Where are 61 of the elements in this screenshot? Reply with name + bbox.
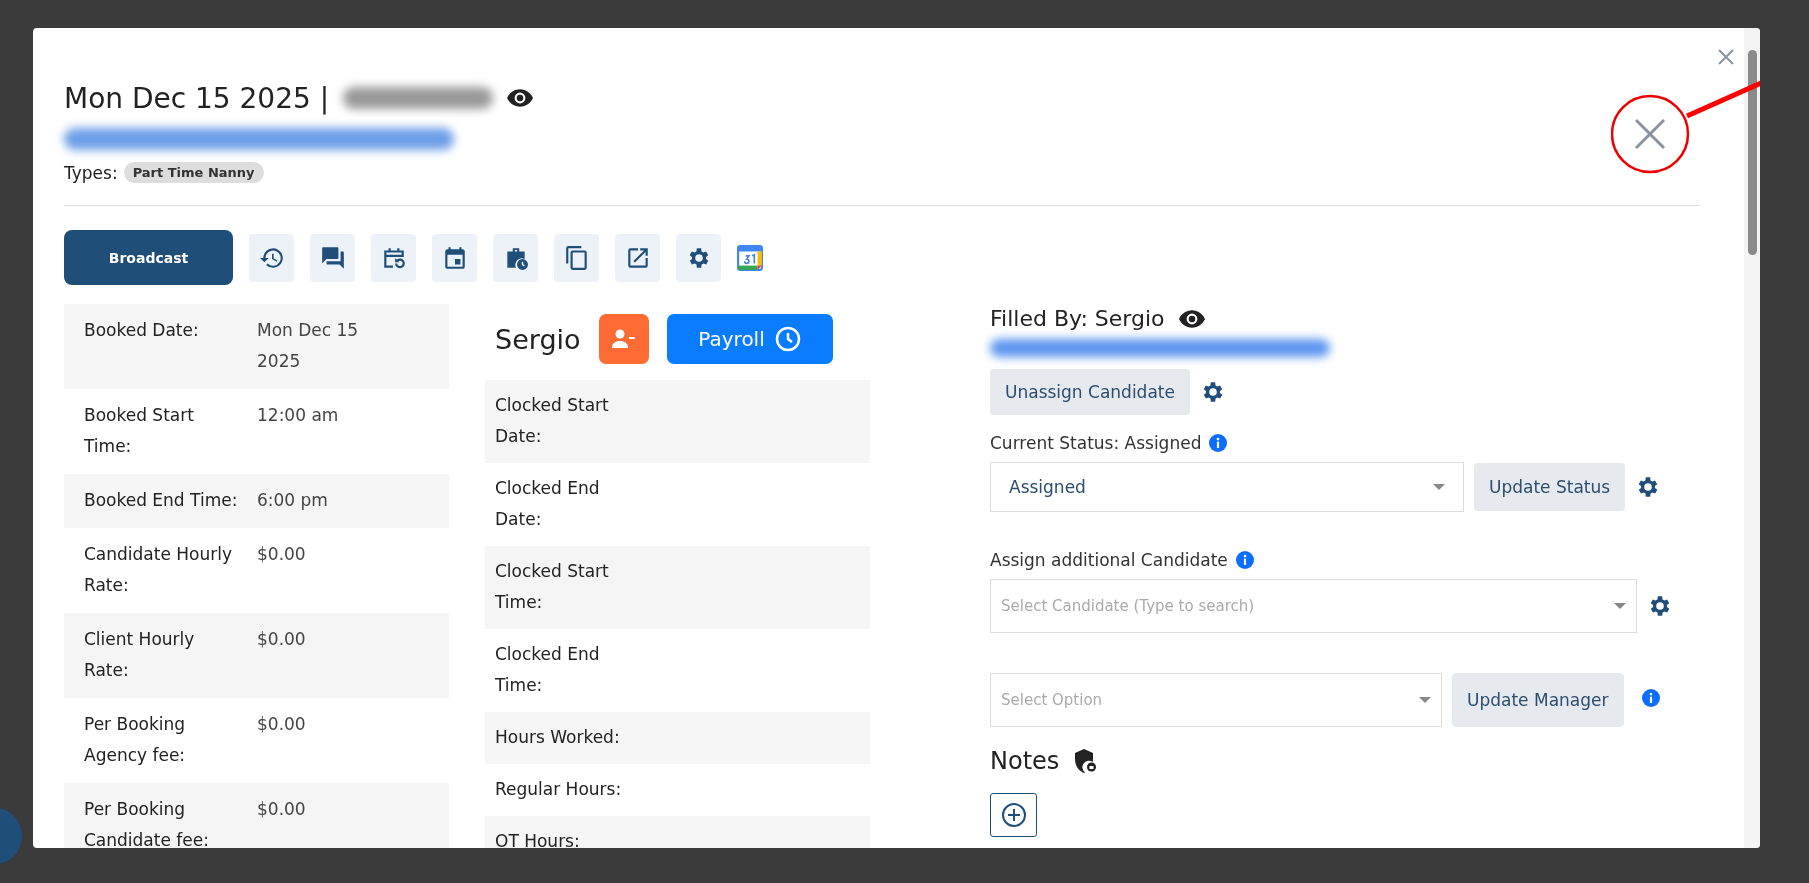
detail-value: $0.00 <box>257 628 307 651</box>
clock-label: Hours Worked: <box>495 726 621 749</box>
chat-button[interactable] <box>310 233 355 282</box>
types-label: Types: <box>64 162 118 183</box>
detail-value: $0.00 <box>257 543 307 566</box>
info-icon[interactable] <box>1209 434 1228 452</box>
detail-label: Booked End Time: <box>84 489 239 512</box>
clock-label: Clocked End Date: <box>495 477 601 531</box>
caret-icon <box>1614 603 1626 609</box>
detail-label: Booked Start Time: <box>84 404 195 458</box>
detail-value: $0.00 <box>257 713 307 736</box>
update-manager-button[interactable]: Update Manager <box>1452 673 1624 727</box>
clock-label: OT Hours: <box>495 830 581 848</box>
briefcase-clock-button[interactable] <box>493 233 538 282</box>
eye-icon[interactable] <box>507 89 534 107</box>
calendar-refresh-button[interactable] <box>371 233 416 282</box>
clock-label: Clocked End Time: <box>495 643 601 697</box>
detail-value: Mon Dec 15 2025 <box>257 319 360 373</box>
remove-person-button[interactable] <box>598 314 649 364</box>
copy-button[interactable] <box>554 233 599 282</box>
copy-icon <box>563 244 590 271</box>
update-status-button[interactable]: Update Status <box>1474 463 1626 511</box>
detail-value: 12:00 am <box>257 404 340 427</box>
external-link-button[interactable] <box>615 233 660 282</box>
shield-lock-icon <box>1075 749 1098 773</box>
plus-icon <box>1000 802 1027 828</box>
chat-icon <box>319 244 346 271</box>
unassign-button[interactable]: Unassign Candidate <box>990 369 1190 415</box>
detail-value: 6:00 pm <box>257 489 329 512</box>
person-minus-icon <box>611 329 636 349</box>
detail-label: Per Booking Candidate fee: <box>84 798 210 848</box>
detail-label: Client Hourly Rate: <box>84 628 196 682</box>
info-icon[interactable] <box>1235 551 1254 569</box>
status-label: Current Status: Assigned <box>990 433 1202 453</box>
filled-by-label: Filled By: Sergio <box>990 306 1165 331</box>
detail-value: $0.00 <box>257 798 307 821</box>
settings-button[interactable] <box>676 233 721 282</box>
caret-icon <box>1433 484 1445 490</box>
candidate-name: Sergio <box>495 323 581 355</box>
clock-icon <box>774 326 801 352</box>
notes-heading: Notes <box>990 747 1060 775</box>
detail-label: Booked Date: <box>84 319 200 342</box>
type-tag: Part Time Nanny <box>123 162 264 183</box>
close-button[interactable] <box>1717 48 1735 66</box>
detail-label: Per Booking Agency fee: <box>84 713 187 767</box>
payroll-button[interactable]: Payroll <box>666 314 833 364</box>
clock-label: Clocked Start Date: <box>495 394 610 448</box>
dialog-title: Mon Dec 15 2025 | <box>64 81 330 115</box>
clock-label: Regular Hours: <box>495 778 623 801</box>
broadcast-button[interactable]: Broadcast <box>64 230 233 285</box>
status-select[interactable]: Assigned <box>990 462 1464 512</box>
detail-label: Candidate Hourly Rate: <box>84 543 234 597</box>
add-note-button[interactable] <box>990 793 1037 837</box>
additional-candidate-label: Assign additional Candidate <box>990 550 1228 570</box>
caret-icon <box>1419 697 1431 703</box>
info-icon[interactable] <box>1641 689 1660 707</box>
clock-label: Clocked Start Time: <box>495 560 610 614</box>
calendar-button[interactable] <box>432 233 477 282</box>
history-button[interactable] <box>249 233 294 282</box>
calendar-app-icon[interactable] <box>737 244 763 271</box>
eye-icon[interactable] <box>1178 309 1205 328</box>
